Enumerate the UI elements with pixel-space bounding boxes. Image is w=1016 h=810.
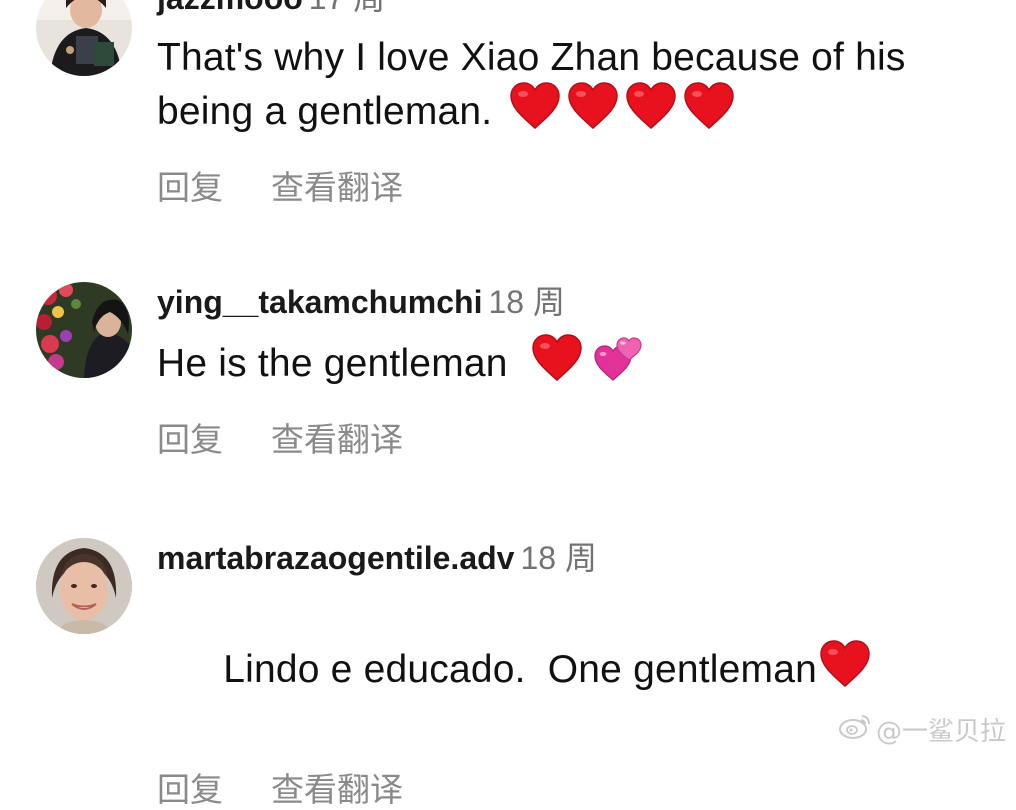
comment-body: He is the gentleman bbox=[157, 342, 508, 385]
red-heart-icon bbox=[683, 82, 735, 142]
username[interactable]: jazzmooo bbox=[157, 0, 303, 16]
red-heart-icon bbox=[531, 334, 583, 394]
avatar-image bbox=[36, 538, 132, 634]
avatar-image bbox=[36, 0, 132, 76]
comment-actions: 回复 查看翻译 bbox=[157, 770, 996, 810]
red-heart-icon bbox=[819, 640, 871, 700]
see-translation-button[interactable]: 查看翻译 bbox=[271, 420, 403, 460]
avatar[interactable] bbox=[36, 0, 132, 76]
username[interactable]: martabrazaogentile.adv bbox=[157, 540, 514, 576]
weibo-icon bbox=[838, 712, 872, 747]
comment-text: That's why I love Xiao Zhan because of h… bbox=[157, 34, 996, 142]
avatar[interactable] bbox=[36, 282, 132, 378]
comment-body: Lindo e educado. One gentleman bbox=[223, 648, 818, 691]
reply-button[interactable]: 回复 bbox=[157, 770, 223, 810]
avatar-image bbox=[36, 282, 132, 378]
watermark: @一鲨贝拉 bbox=[838, 711, 1006, 748]
reply-button[interactable]: 回复 bbox=[157, 420, 223, 460]
watermark-text: @一鲨贝拉 bbox=[875, 717, 1006, 747]
comment-text: He is the gentleman bbox=[157, 334, 996, 394]
two-hearts-icon bbox=[593, 334, 643, 394]
red-heart-icon bbox=[625, 82, 677, 142]
reply-button[interactable]: 回复 bbox=[157, 168, 223, 208]
username[interactable]: ying__takamchumchi bbox=[157, 284, 482, 320]
timestamp: 17 周 bbox=[309, 0, 386, 16]
avatar[interactable] bbox=[36, 538, 132, 634]
comment-actions: 回复 查看翻译 bbox=[157, 420, 996, 460]
comment-meta: jazzmooo 17 周 bbox=[157, 0, 996, 18]
see-translation-button[interactable]: 查看翻译 bbox=[271, 770, 403, 810]
comment-actions: 回复 查看翻译 bbox=[157, 168, 996, 208]
comment-meta: martabrazaogentile.adv 18 周 bbox=[157, 538, 996, 578]
timestamp: 18 周 bbox=[488, 284, 565, 320]
see-translation-button[interactable]: 查看翻译 bbox=[271, 168, 403, 208]
timestamp: 18 周 bbox=[520, 540, 597, 576]
red-heart-icon bbox=[509, 82, 561, 142]
comment-meta: ying__takamchumchi 18 周 bbox=[157, 282, 996, 322]
red-heart-icon bbox=[567, 82, 619, 142]
